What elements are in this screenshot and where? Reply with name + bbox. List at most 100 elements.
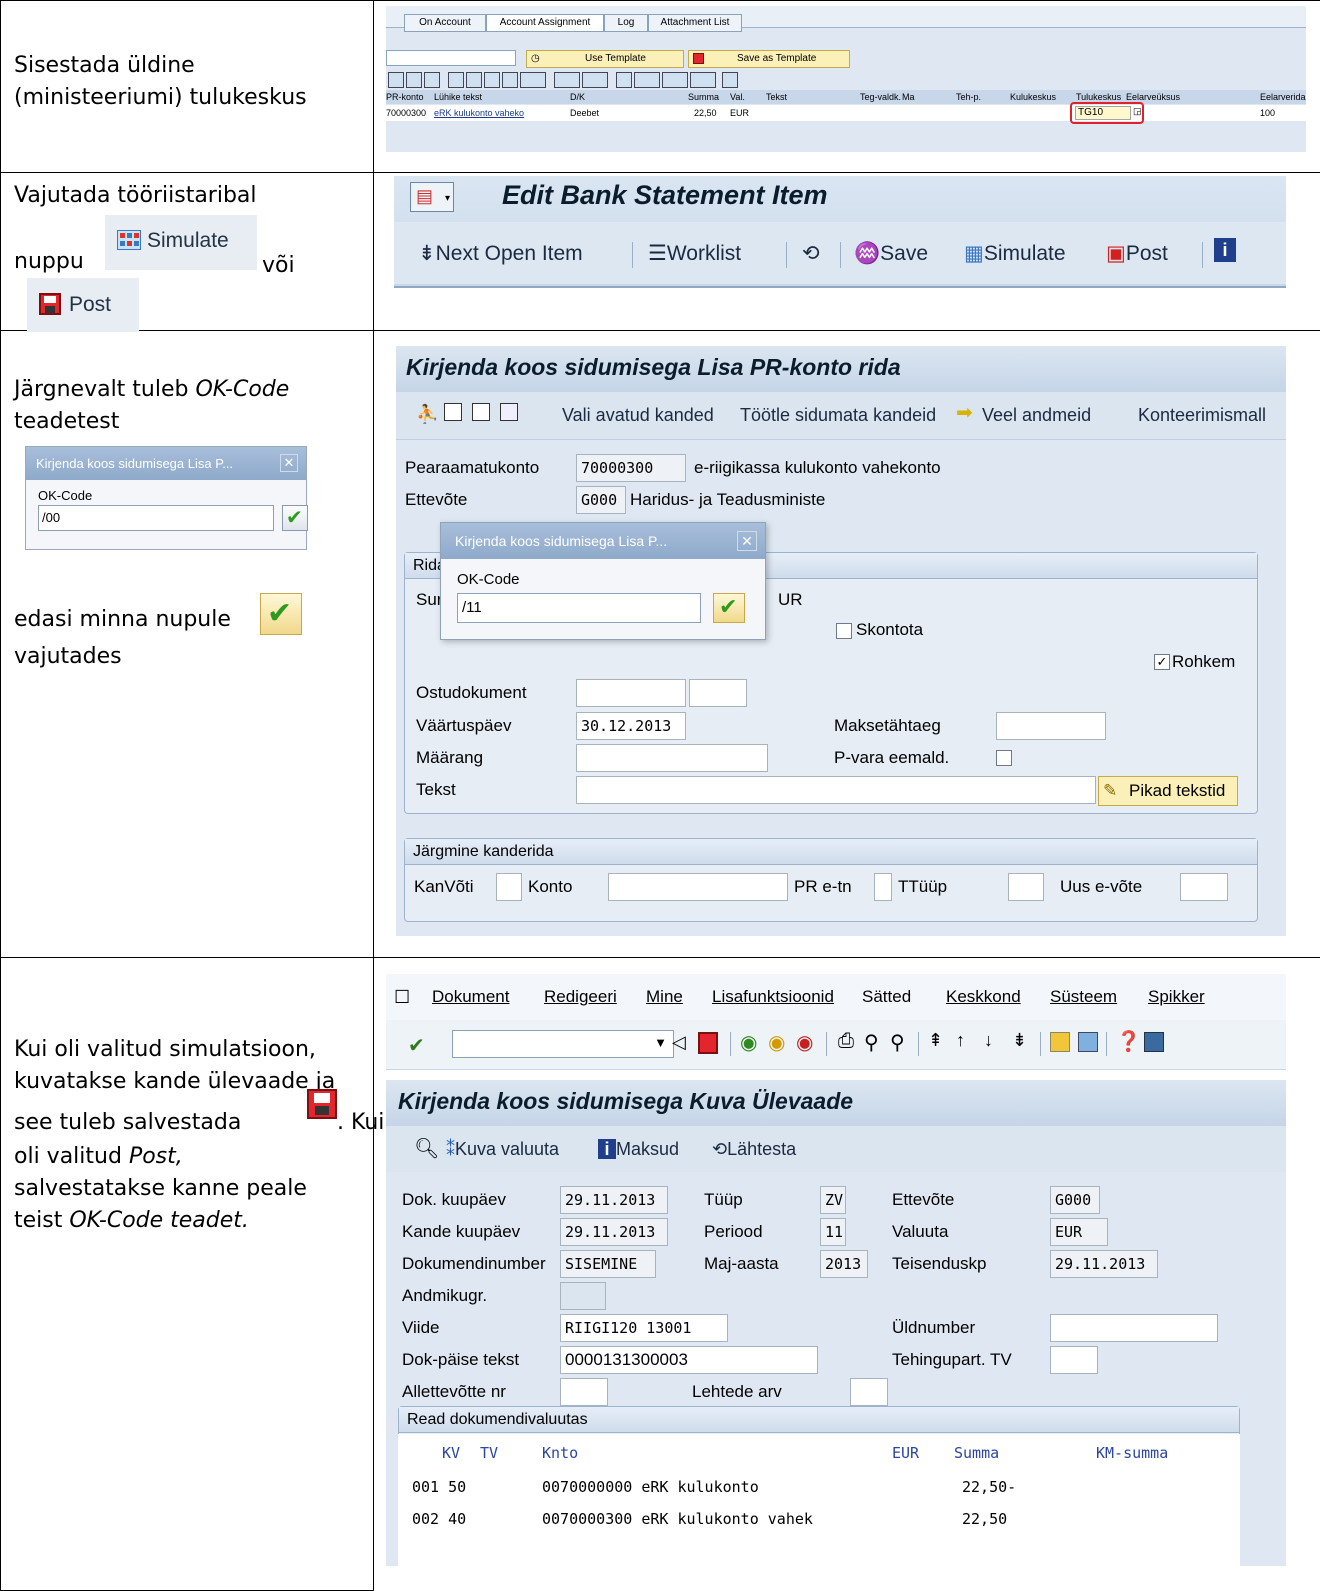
maarang-field[interactable]	[576, 744, 768, 772]
save-as-template-button[interactable]: Save as Template	[688, 50, 850, 68]
menu-redigeeri[interactable]: Redigeeri	[544, 974, 617, 1020]
back-arrow-icon[interactable]: ◁	[672, 1032, 686, 1053]
confirm-button[interactable]: ✔	[282, 505, 308, 531]
vaartuspaev-field[interactable]: 30.12.2013	[576, 712, 686, 740]
first-page-icon[interactable]: ⇞	[928, 1030, 943, 1051]
enter-icon[interactable]: ✔	[408, 1033, 425, 1058]
info-icon[interactable]	[722, 72, 738, 88]
uus-evote-field[interactable]	[1180, 873, 1228, 901]
chevron-down-icon[interactable]: ▼	[654, 1035, 667, 1050]
sum-icon[interactable]	[554, 72, 580, 88]
person-icon[interactable]: ⛹	[416, 404, 438, 425]
ostudokument-field[interactable]	[576, 679, 686, 707]
skontota-checkbox[interactable]	[836, 623, 852, 639]
cancel-icon[interactable]: ◉	[796, 1030, 813, 1055]
dokumendinumber-field[interactable]: SISEMINE	[560, 1250, 656, 1278]
menu-keskkond[interactable]: Keskkond	[946, 974, 1021, 1020]
allettevotte-field[interactable]	[560, 1378, 608, 1406]
okcode-input[interactable]: /00	[38, 505, 274, 531]
menu-susteem[interactable]: Süsteem	[1050, 974, 1117, 1020]
pearaamatukonto-field[interactable]: 70000300	[576, 454, 686, 482]
export-icon[interactable]	[662, 72, 688, 88]
print-icon[interactable]	[616, 72, 632, 88]
periood-field[interactable]: 11	[820, 1218, 846, 1246]
layout-icon[interactable]	[690, 72, 716, 88]
menu-satted[interactable]: Sätted	[862, 974, 911, 1020]
ettevote-field[interactable]: G000	[1050, 1186, 1100, 1214]
save-icon[interactable]	[698, 1032, 718, 1054]
grid-tool-icon[interactable]	[424, 72, 440, 88]
find-next-icon[interactable]	[502, 72, 518, 88]
lahtesta-button[interactable]: ⟲Lähtesta	[712, 1135, 796, 1163]
menu-mine[interactable]: Mine	[646, 974, 683, 1020]
lehtede-arv-field[interactable]	[850, 1378, 888, 1406]
ttuup-field[interactable]	[1008, 873, 1044, 901]
layout-menu-icon[interactable]	[1144, 1032, 1164, 1052]
command-field[interactable]: ▼	[452, 1030, 674, 1058]
rohkem-checkbox[interactable]: ✓	[1154, 654, 1170, 670]
filter-icon[interactable]	[520, 72, 546, 88]
new-session-icon[interactable]	[1050, 1032, 1070, 1052]
dok-paise-tekst-field[interactable]: 0000131300003	[560, 1346, 818, 1374]
menu-icon-button[interactable]: ▤ ▾	[410, 182, 454, 212]
worklist-button[interactable]: ☰Worklist	[648, 240, 741, 268]
menu-icon[interactable]: ☐	[394, 974, 410, 1020]
duplicate-icon[interactable]	[500, 403, 518, 421]
simulate-button[interactable]: ▦Simulate	[964, 240, 1066, 268]
maksud-button[interactable]: i Maksud	[598, 1135, 679, 1163]
teisenduskp-field[interactable]: 29.11.2013	[1050, 1250, 1158, 1278]
table-row[interactable]: 002 40 0070000300 eRK kulukonto vahek 22…	[398, 1506, 1240, 1532]
shortcut-icon[interactable]	[1078, 1032, 1098, 1052]
table-row[interactable]: 001 50 0070000000 eRK kulukonto 22,50-	[398, 1474, 1240, 1500]
confirm-button[interactable]: ✔	[713, 593, 745, 623]
tootle-sidumata-button[interactable]: Töötle sidumata kandeid	[740, 401, 936, 429]
tekst-field[interactable]	[576, 776, 1096, 804]
uldnumber-field[interactable]	[1050, 1314, 1218, 1342]
okcode-input[interactable]: /11	[457, 593, 701, 623]
menu-lisafunktsioonid[interactable]: Lisafunktsioonid	[712, 974, 834, 1020]
pikad-tekstid-button[interactable]: ✎ Pikad tekstid	[1098, 776, 1238, 806]
maksetahtaeg-field[interactable]	[996, 712, 1106, 740]
exit-icon[interactable]: ◉	[768, 1030, 785, 1055]
ostudokument-item-field[interactable]	[689, 679, 747, 707]
kanvoti-field[interactable]	[496, 873, 522, 901]
info-icon[interactable]: i	[1214, 238, 1236, 262]
use-template-button[interactable]: ◷ Use Template	[526, 50, 684, 68]
konto-field[interactable]	[608, 873, 788, 901]
andmikugr-field[interactable]	[560, 1282, 606, 1310]
grid-tool-icon[interactable]	[466, 72, 482, 88]
tab-attachment-list[interactable]: Attachment List	[648, 14, 742, 32]
tab-log[interactable]: Log	[604, 14, 648, 32]
display-icon[interactable]: 🔍︎	[414, 1136, 439, 1161]
grid-tool-icon[interactable]	[448, 72, 464, 88]
close-icon[interactable]: ✕	[280, 454, 298, 472]
next-open-item-button[interactable]: ⇟Next Open Item	[418, 240, 583, 268]
kande-kuupaev-field[interactable]: 29.11.2013	[560, 1218, 668, 1246]
vali-avatud-kanded-button[interactable]: Vali avatud kanded	[562, 401, 714, 429]
tuup-field[interactable]: ZV	[820, 1186, 846, 1214]
valuuta-field[interactable]: EUR	[1050, 1218, 1108, 1246]
table-row[interactable]: 70000300 eRK kulukonto vaheko Deebet 22,…	[386, 105, 1306, 121]
next-page-icon[interactable]: ↓	[984, 1030, 993, 1051]
dok-kuupaev-field[interactable]: 29.11.2013	[560, 1186, 668, 1214]
find-icon[interactable]: ⚲	[864, 1030, 879, 1055]
tab-account-assignment[interactable]: Account Assignment	[486, 14, 604, 32]
template-input[interactable]	[386, 50, 516, 66]
kuva-valuuta-button[interactable]: ⁑Kuva valuuta	[446, 1135, 559, 1163]
tab-on-account[interactable]: On Account	[404, 14, 486, 32]
pr-etn-field[interactable]	[874, 873, 892, 901]
print-icon[interactable]: ⎙	[838, 1030, 854, 1053]
menu-dokument[interactable]: Dokument	[432, 974, 509, 1020]
menu-spikker[interactable]: Spikker	[1148, 974, 1205, 1020]
close-icon[interactable]: ✕	[737, 531, 757, 551]
subtotal-icon[interactable]	[582, 72, 608, 88]
pvara-checkbox[interactable]	[996, 750, 1012, 766]
help-icon[interactable]: ❓	[1116, 1029, 1141, 1054]
find-icon[interactable]	[484, 72, 500, 88]
reset-icon[interactable]: ⟲	[802, 240, 820, 268]
ettevote-field[interactable]: G000	[576, 486, 626, 514]
grid-tool-icon[interactable]	[388, 72, 404, 88]
post-button[interactable]: ▣Post	[1106, 240, 1168, 268]
views-icon[interactable]	[634, 72, 660, 88]
last-page-icon[interactable]: ⇟	[1012, 1030, 1027, 1051]
